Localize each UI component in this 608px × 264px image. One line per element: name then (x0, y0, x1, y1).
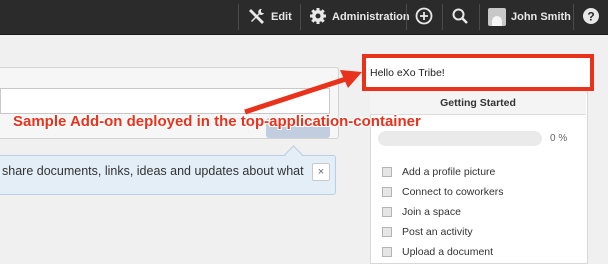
annotation-label: Sample Add-on deployed in the top-applic… (13, 113, 421, 130)
